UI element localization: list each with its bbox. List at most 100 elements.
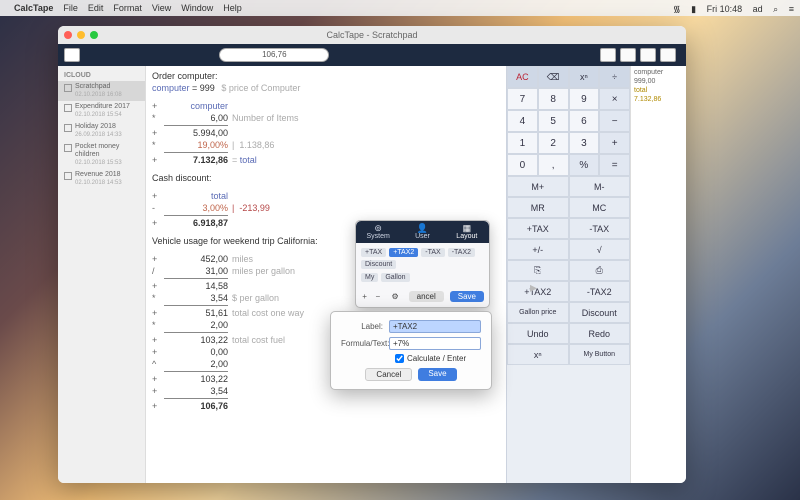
key-minus[interactable]: − [599, 110, 630, 132]
key-mr[interactable]: MR [507, 197, 569, 218]
key-percent[interactable]: % [569, 154, 600, 176]
toolbar: 106,76 [58, 44, 686, 66]
buttons-popover: ⊚System 👤User ▦Layout +TAX +TAX2 -TAX -T… [355, 220, 490, 308]
key-4[interactable]: 4 [507, 110, 538, 132]
key-divide[interactable]: ÷ [599, 66, 630, 88]
mac-menubar: CalcTape File Edit Format View Window He… [0, 0, 800, 16]
chip-mtax2[interactable]: -TAX2 [448, 248, 475, 257]
key-plus[interactable]: + [599, 132, 630, 154]
key-6[interactable]: 6 [569, 110, 600, 132]
menu-help[interactable]: Help [223, 3, 242, 13]
sidebar-item-holiday[interactable]: Holiday 201826.09.2018 14:33 [58, 121, 145, 141]
chip-ptax2[interactable]: +TAX2 [389, 248, 418, 257]
key-8[interactable]: 8 [538, 88, 569, 110]
titlebar[interactable]: CalcTape - Scratchpad [58, 26, 686, 44]
toolbar-btn-d[interactable] [660, 48, 676, 62]
save-button[interactable]: Save [418, 368, 456, 381]
calculate-checkbox[interactable] [395, 354, 404, 363]
sidebar-item-pocket[interactable]: Pocket money children02.10.2018 15:53 [58, 141, 145, 169]
var-computer[interactable]: computer [634, 68, 683, 77]
tab-user[interactable]: 👤User [400, 221, 444, 243]
chip-ptax[interactable]: +TAX [361, 248, 386, 257]
key-pow2[interactable]: xⁿ [507, 344, 569, 365]
key-3[interactable]: 3 [569, 132, 600, 154]
key-gallon[interactable]: Gallon price [507, 302, 569, 323]
key-2[interactable]: 2 [538, 132, 569, 154]
key-5[interactable]: 5 [538, 110, 569, 132]
key-sqrt[interactable]: √ [569, 239, 631, 260]
chip-my[interactable]: My [361, 273, 378, 282]
battery-icon[interactable]: ▮ [691, 4, 696, 14]
toolbar-btn-a[interactable] [600, 48, 616, 62]
key-mtax2[interactable]: -TAX2 [569, 281, 631, 302]
key-paste[interactable]: ⎙ [569, 260, 631, 281]
cancel-button[interactable]: Cancel [365, 368, 412, 381]
key-copy[interactable]: ⎘ [507, 260, 569, 281]
search-icon[interactable]: ⌕ [773, 4, 778, 14]
doc-icon [64, 84, 72, 92]
sidebar: ICLOUD Scratchpad02.10.2018 16:08 Expend… [58, 66, 146, 483]
sidebar-toggle-button[interactable] [64, 48, 80, 62]
key-discount[interactable]: Discount [569, 302, 631, 323]
key-power[interactable]: xⁿ [569, 66, 600, 88]
system-icon: ⊚ [356, 224, 400, 233]
key-undo[interactable]: Undo [507, 323, 569, 344]
tab-layout[interactable]: ▦Layout [445, 221, 489, 243]
menu-icon[interactable]: ≡ [789, 4, 794, 14]
tab-system[interactable]: ⊚System [356, 221, 400, 243]
key-ptax[interactable]: +TAX [507, 218, 569, 239]
wifi-icon[interactable]: ᯾ [673, 4, 681, 14]
key-redo[interactable]: Redo [569, 323, 631, 344]
popover-cancel[interactable]: ancel [409, 291, 444, 302]
chip-discount[interactable]: Discount [361, 260, 396, 269]
keypad: AC ⌫ xⁿ ÷ 7 8 9 × 4 5 6 − 1 2 3 + 0 , % … [506, 66, 630, 483]
key-mc[interactable]: MC [569, 197, 631, 218]
key-9[interactable]: 9 [569, 88, 600, 110]
menu-window[interactable]: Window [181, 3, 213, 13]
sidebar-item-revenue[interactable]: Revenue 201802.10.2018 14:53 [58, 169, 145, 189]
formula-input[interactable]: +7% [389, 337, 481, 350]
menu-format[interactable]: Format [113, 3, 142, 13]
sidebar-section: ICLOUD [58, 70, 145, 81]
key-mminus[interactable]: M- [569, 176, 631, 197]
edit-button-dialog: Label:+TAX2 Formula/Text:+7% Calculate /… [330, 311, 492, 390]
popover-save[interactable]: Save [450, 291, 484, 302]
user-name[interactable]: ad [753, 4, 763, 14]
window-title: CalcTape - Scratchpad [58, 30, 686, 40]
key-multiply[interactable]: × [599, 88, 630, 110]
chip-mtax[interactable]: -TAX [421, 248, 444, 257]
key-backspace[interactable]: ⌫ [538, 66, 569, 88]
user-icon: 👤 [400, 224, 444, 233]
chip-gallon[interactable]: Gallon [381, 273, 409, 282]
layout-icon: ▦ [445, 224, 489, 233]
key-equals[interactable]: = [599, 154, 630, 176]
key-ptax2[interactable]: +TAX2 [507, 281, 569, 302]
menu-view[interactable]: View [152, 3, 171, 13]
key-7[interactable]: 7 [507, 88, 538, 110]
key-1[interactable]: 1 [507, 132, 538, 154]
doc-icon [64, 144, 72, 152]
key-sign[interactable]: +/- [507, 239, 569, 260]
key-ac[interactable]: AC [507, 66, 538, 88]
key-comma[interactable]: , [538, 154, 569, 176]
clock[interactable]: Fri 10:48 [707, 4, 743, 14]
menu-edit[interactable]: Edit [88, 3, 104, 13]
menu-file[interactable]: File [63, 3, 78, 13]
app-menu[interactable]: CalcTape [14, 3, 53, 13]
gear-icon[interactable]: ⚙ [391, 292, 398, 301]
label-label: Label: [341, 322, 389, 331]
toolbar-btn-c[interactable] [640, 48, 656, 62]
label-input[interactable]: +TAX2 [389, 320, 481, 333]
add-button[interactable]: + [361, 292, 368, 301]
key-mtax[interactable]: -TAX [569, 218, 631, 239]
sidebar-item-expenditure[interactable]: Expenditure 201702.10.2018 15:54 [58, 101, 145, 121]
remove-button[interactable]: − [374, 292, 381, 301]
calculate-label: Calculate / Enter [407, 354, 466, 363]
result-field[interactable]: 106,76 [219, 48, 329, 62]
key-0[interactable]: 0 [507, 154, 538, 176]
key-mybutton[interactable]: My Button [569, 344, 631, 365]
toolbar-btn-b[interactable] [620, 48, 636, 62]
key-mplus[interactable]: M+ [507, 176, 569, 197]
var-total[interactable]: total [634, 86, 683, 95]
sidebar-item-scratchpad[interactable]: Scratchpad02.10.2018 16:08 [58, 81, 145, 101]
